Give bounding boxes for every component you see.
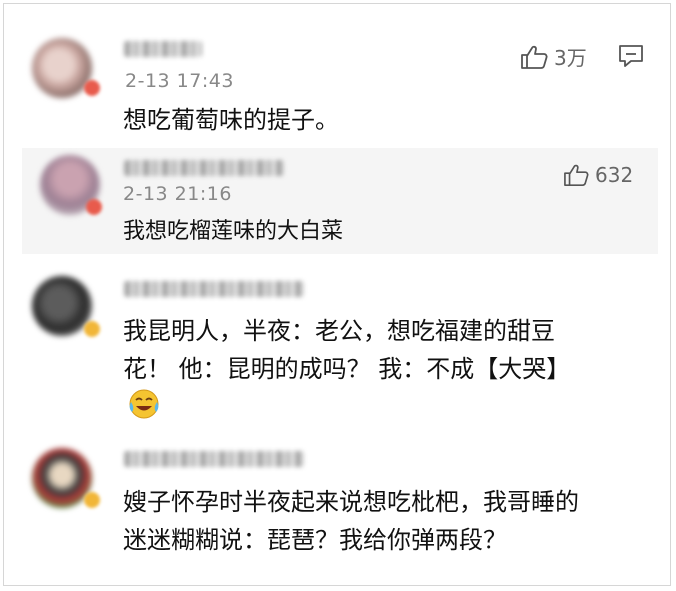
user-badge-icon: [84, 492, 100, 508]
comment-line: 嫂子怀孕时半夜起来说想吃枇杷，我哥睡的: [123, 488, 579, 516]
thumbs-up-icon: [521, 45, 548, 69]
timestamp: 2-13 21:16: [123, 183, 232, 205]
crying-laughing-emoji-icon: [127, 388, 161, 424]
comment-text: 我想吃榴莲味的大白菜: [123, 219, 344, 244]
avatar[interactable]: [32, 448, 92, 508]
like-count: 3万: [554, 46, 587, 70]
avatar[interactable]: [32, 38, 92, 98]
thumbs-up-icon: [564, 164, 589, 186]
username-blurred[interactable]: [124, 41, 202, 57]
comment-line: 迷迷糊糊说：琵琶？我给你弹两段？: [123, 526, 507, 554]
timestamp: 2-13 17:43: [125, 70, 234, 92]
comment-button[interactable]: [618, 44, 644, 72]
comment-icon: [619, 45, 643, 67]
comment-text: 嫂子怀孕时半夜起来说想吃枇杷，我哥睡的 迷迷糊糊说：琵琶？我给你弹两段？: [123, 483, 579, 559]
username-blurred[interactable]: [124, 160, 284, 176]
avatar[interactable]: [32, 276, 92, 336]
user-badge-icon: [86, 199, 102, 215]
user-badge-icon: [84, 80, 100, 96]
comment-line: 我昆明人，半夜：老公，想吃福建的甜豆: [123, 317, 555, 345]
comment-line: 花！ 他：昆明的成吗？ 我：不成【大哭】: [123, 355, 571, 383]
comment-text: 我昆明人，半夜：老公，想吃福建的甜豆 花！ 他：昆明的成吗？ 我：不成【大哭】: [123, 312, 570, 388]
user-badge-icon: [84, 321, 100, 337]
comment-text: 想吃葡萄味的提子。: [123, 106, 339, 134]
username-blurred[interactable]: [124, 281, 304, 297]
like-count: 632: [595, 163, 634, 187]
username-blurred[interactable]: [124, 451, 304, 467]
like-button[interactable]: 632: [563, 163, 633, 187]
like-button[interactable]: 3万: [520, 42, 587, 71]
